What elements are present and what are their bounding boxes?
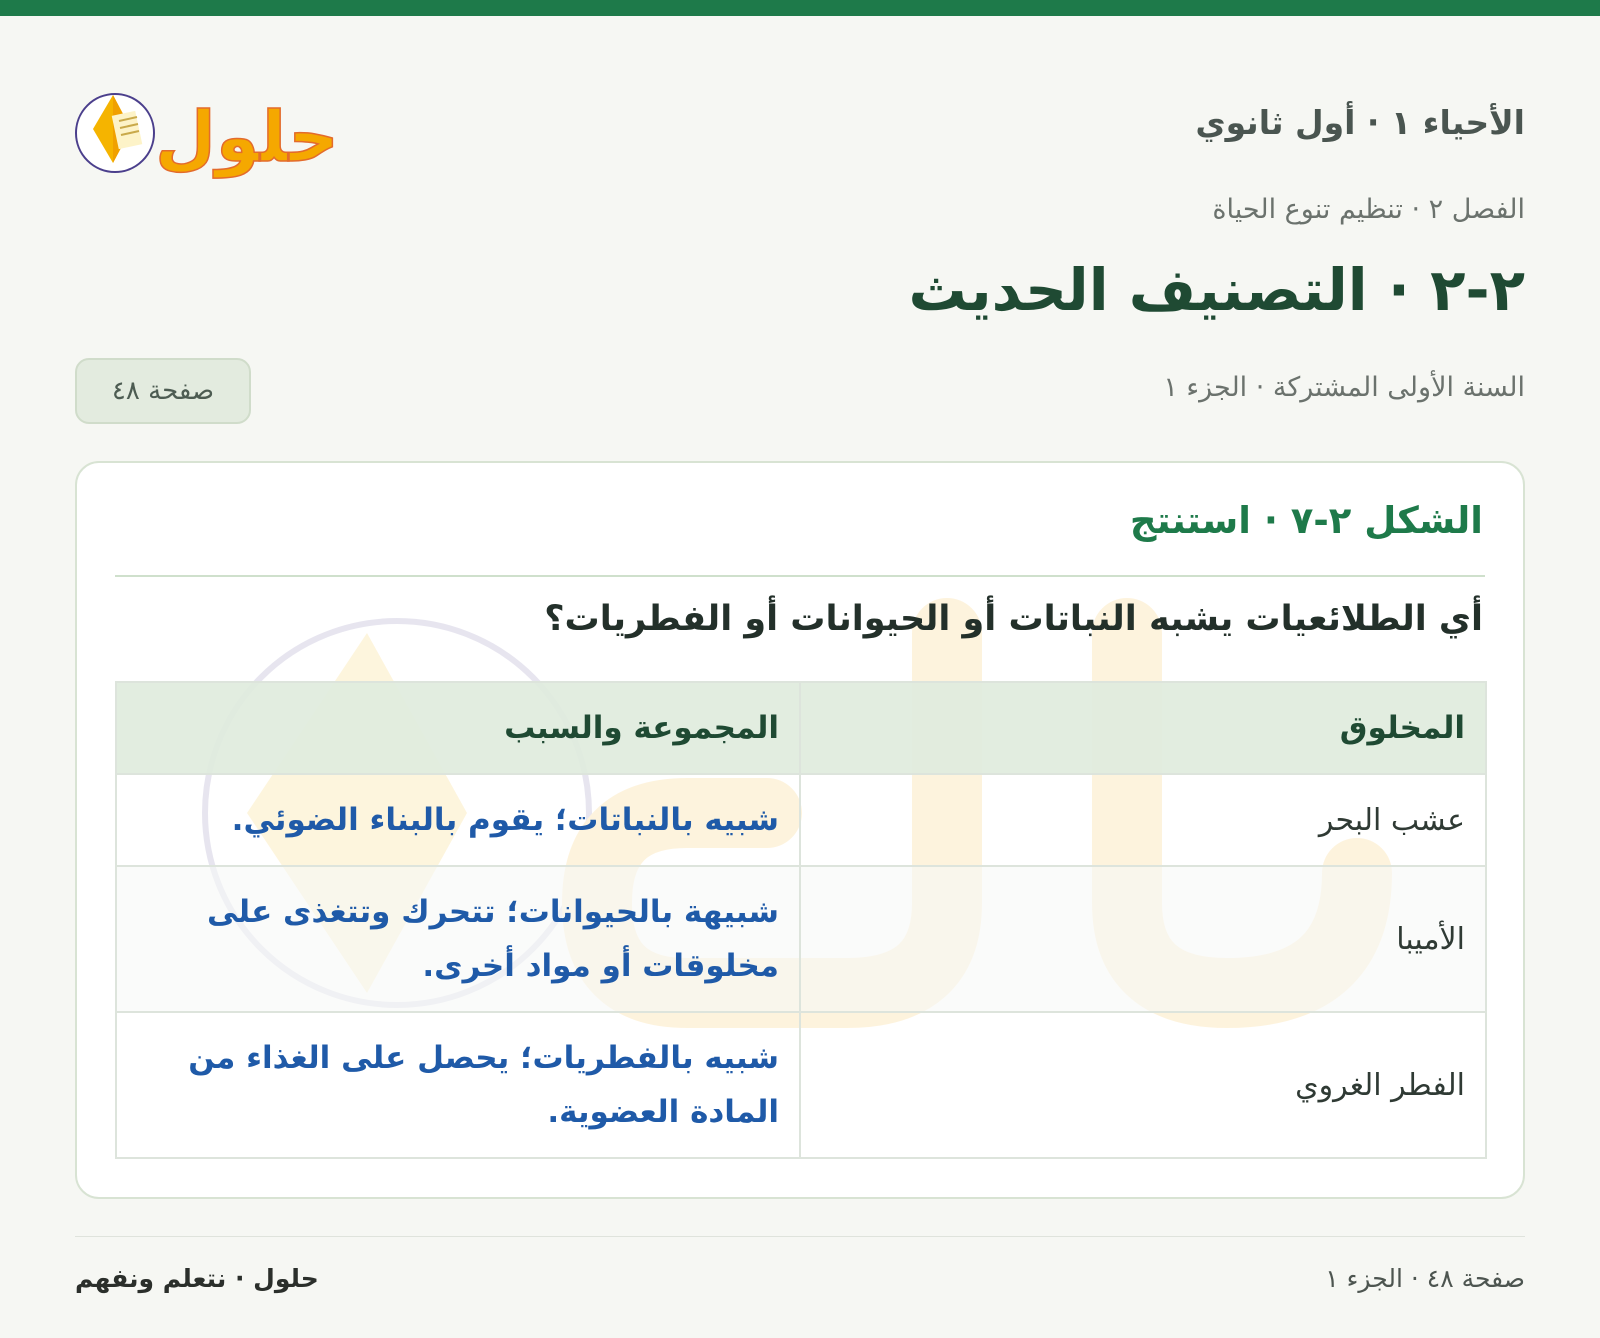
footer-divider [75,1236,1525,1237]
footer-brand: حلول · نتعلم ونفهم [75,1264,319,1293]
chapter-label: الفصل ٢ · تنظيم تنوع الحياة [1212,194,1525,225]
organism-cell: الفطر الغروي [799,1011,1487,1159]
page: الأحياء ١ · أول ثانوي حلول الفصل ٢ · تنظ… [75,16,1525,1338]
table-header-row: المخلوق المجموعة والسبب [115,681,1487,775]
table-row: الفطر الغروي شبيه بالفطريات؛ يحصل على ال… [115,1011,1487,1159]
question-text: أي الطلائعيات يشبه النباتات أو الحيوانات… [544,599,1483,639]
divider [115,575,1485,577]
organism-cell: الأميبا [799,865,1487,1013]
page-number-badge: صفحة ٤٨ [75,358,251,424]
answer-cell: شبيه بالفطريات؛ يحصل على الغذاء من الماد… [115,1011,801,1159]
table-row: عشب البحر شبيه بالنباتات؛ يقوم بالبناء ا… [115,773,1487,867]
footer-page-label: صفحة ٤٨ · الجزء ١ [1325,1264,1525,1293]
meta-row: السنة الأولى المشتركة · الجزء ١ صفحة ٤٨ [75,358,1525,424]
column-header-organism: المخلوق [799,681,1487,775]
answer-cell: شبيهة بالحيوانات؛ تتحرك وتتغذى على مخلوق… [115,865,801,1013]
logo-wordmark: حلول [155,96,335,178]
lesson-title: ٢-٢ · التصنيف الحديث [908,256,1525,324]
answer-cell: شبيه بالنباتات؛ يقوم بالبناء الضوئي. [115,773,801,867]
top-accent-bar [0,0,1600,16]
figure-card: الشكل ٢-٧ · استنتج أي الطلائعيات يشبه ال… [75,461,1525,1199]
subject-title: الأحياء ١ · أول ثانوي [1195,103,1525,142]
hulul-logo[interactable]: حلول [75,71,335,181]
organism-cell: عشب البحر [799,773,1487,867]
table-row: الأميبا شبيهة بالحيوانات؛ تتحرك وتتغذى ع… [115,865,1487,1013]
header: الأحياء ١ · أول ثانوي حلول [75,51,1525,179]
course-label: السنة الأولى المشتركة · الجزء ١ [1163,372,1525,403]
column-header-group: المجموعة والسبب [115,681,801,775]
figure-title: الشكل ٢-٧ · استنتج [1129,499,1483,542]
answers-table: المخلوق المجموعة والسبب عشب البحر شبيه ب… [115,681,1487,1159]
